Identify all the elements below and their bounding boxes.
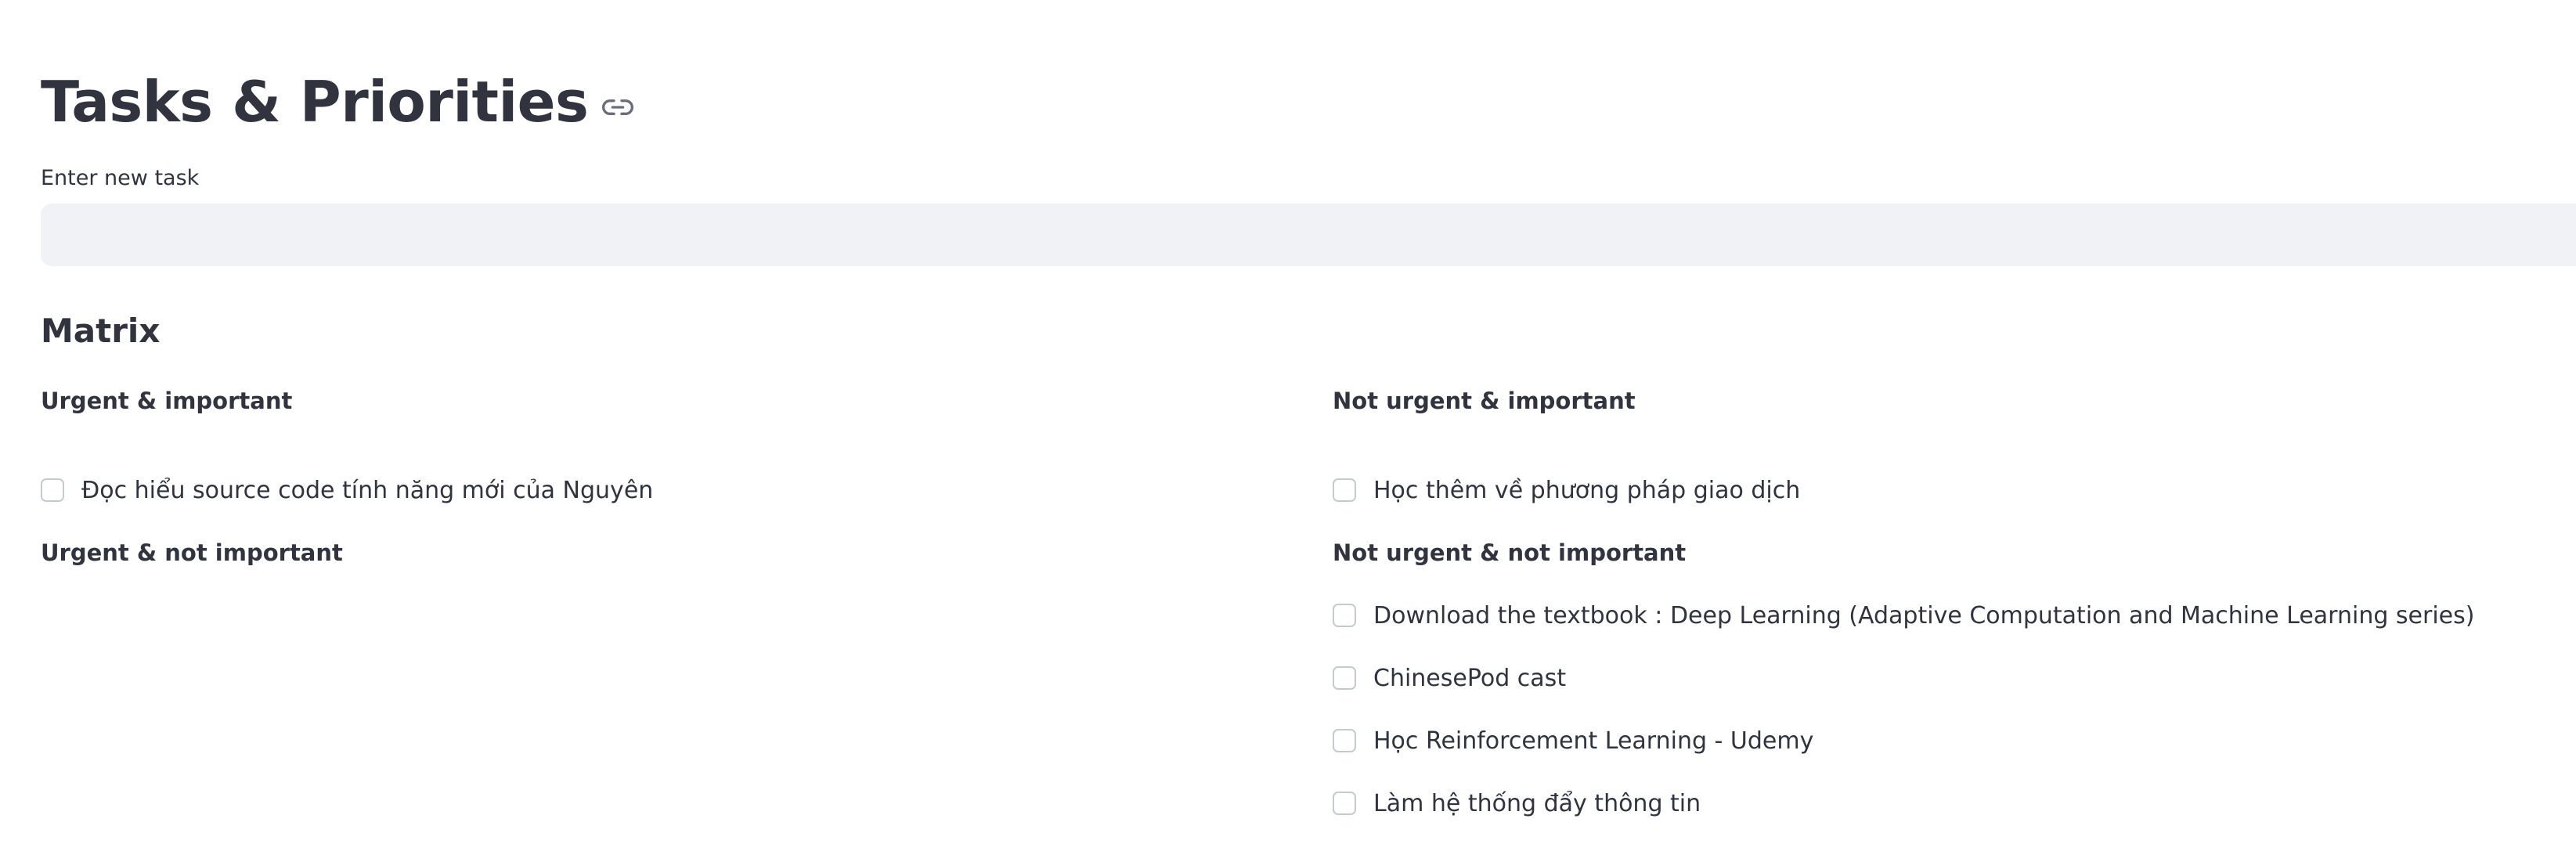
link-icon[interactable] bbox=[602, 92, 634, 123]
task-label: Học thêm về phương pháp giao dịch bbox=[1373, 476, 1801, 504]
quadrant-urgent-important: Urgent & important Đọc hiểu source code … bbox=[41, 384, 653, 521]
task-item[interactable]: Học thêm về phương pháp giao dịch bbox=[1333, 459, 1800, 521]
main-content: Tasks & Priorities Enter new task Matrix… bbox=[41, 0, 2576, 844]
checkbox-icon[interactable] bbox=[1333, 666, 1356, 690]
task-label: Học Reinforcement Learning - Udemy bbox=[1373, 727, 1814, 755]
title-row: Tasks & Priorities bbox=[41, 64, 634, 139]
task-label: Đọc hiểu source code tính năng mới của N… bbox=[81, 476, 654, 504]
quadrant-not-urgent-important: Not urgent & important Học thêm về phươn… bbox=[1333, 384, 1800, 521]
checkbox-icon[interactable] bbox=[1333, 478, 1356, 502]
quadrant-title: Not urgent & important bbox=[1333, 388, 1636, 414]
new-task-input[interactable] bbox=[41, 204, 2576, 266]
task-list: Học thêm về phương pháp giao dịch bbox=[1333, 459, 1800, 521]
quadrant-urgent-not-important: Urgent & not important bbox=[41, 536, 343, 570]
task-item[interactable]: Đọc hiểu source code tính năng mới của N… bbox=[41, 459, 653, 521]
quadrant-title: Urgent & important bbox=[41, 388, 293, 414]
task-item[interactable]: ChinesePod cast bbox=[1333, 647, 2474, 709]
checkbox-icon[interactable] bbox=[1333, 604, 1356, 627]
task-item[interactable]: Học Reinforcement Learning - Udemy bbox=[1333, 709, 2474, 772]
new-task-label: Enter new task bbox=[41, 166, 200, 190]
checkbox-icon[interactable] bbox=[41, 478, 64, 502]
page-title: Tasks & Priorities bbox=[41, 69, 589, 135]
checkbox-icon[interactable] bbox=[1333, 729, 1356, 752]
quadrant-title: Not urgent & not important bbox=[1333, 539, 1687, 566]
matrix-title: Matrix bbox=[41, 312, 161, 350]
task-label: Download the textbook : Deep Learning (A… bbox=[1373, 601, 2475, 629]
quadrant-title: Urgent & not important bbox=[41, 539, 343, 566]
quadrant-not-urgent-not-important: Not urgent & not important Download the … bbox=[1333, 536, 2474, 835]
task-item[interactable]: Download the textbook : Deep Learning (A… bbox=[1333, 584, 2474, 647]
task-item[interactable]: Làm hệ thống đẩy thông tin bbox=[1333, 772, 2474, 835]
checkbox-icon[interactable] bbox=[1333, 792, 1356, 815]
task-label: Làm hệ thống đẩy thông tin bbox=[1373, 789, 1701, 817]
task-list: Download the textbook : Deep Learning (A… bbox=[1333, 584, 2474, 835]
task-list: Đọc hiểu source code tính năng mới của N… bbox=[41, 459, 653, 521]
task-label: ChinesePod cast bbox=[1373, 664, 1567, 692]
